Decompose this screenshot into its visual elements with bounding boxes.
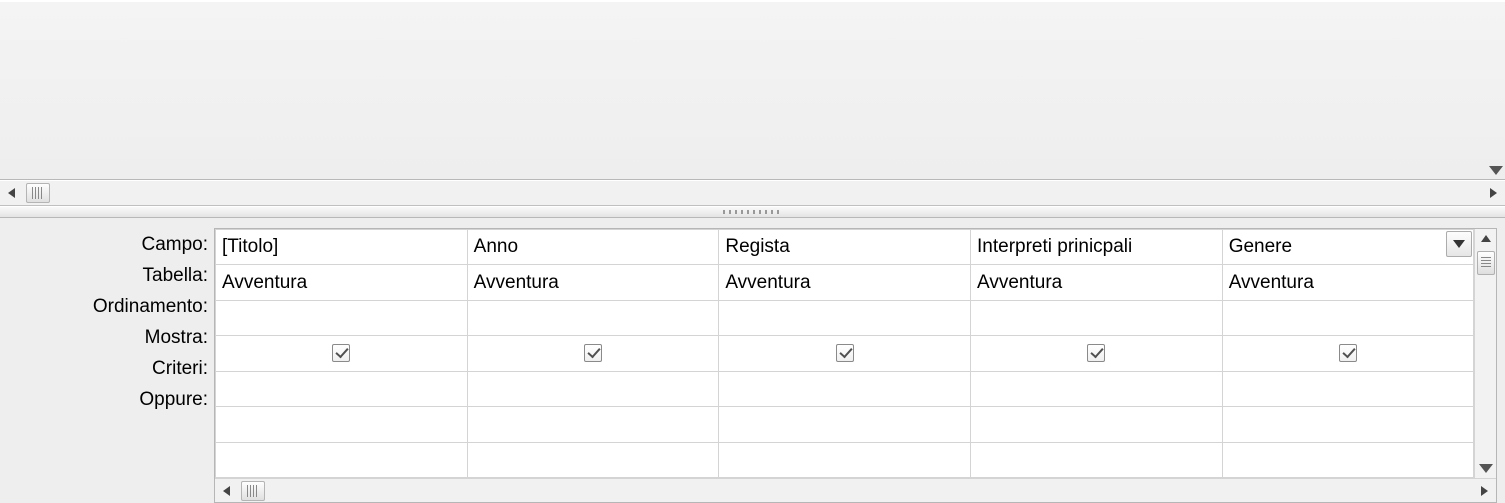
row-selector-thumb[interactable] <box>1477 251 1495 275</box>
qbe-grid-pane: Campo: Tabella: Ordinamento: Mostra: Cri… <box>0 218 1505 503</box>
row-campo: [Titolo] Anno Regista Interpreti prinicp… <box>216 230 1474 265</box>
scroll-down-button[interactable] <box>1476 458 1496 478</box>
cell-oppure[interactable] <box>971 407 1223 442</box>
scroll-right-button[interactable] <box>1472 480 1496 502</box>
scroll-up-button[interactable] <box>1476 229 1496 249</box>
cell-oppure[interactable] <box>1222 407 1474 442</box>
row-criteri <box>216 371 1474 406</box>
checkbox-icon[interactable] <box>836 344 854 362</box>
cell-campo[interactable]: Regista <box>719 230 971 265</box>
cell-oppure[interactable] <box>216 407 468 442</box>
cell-ordinamento[interactable] <box>467 300 719 335</box>
cell-ordinamento[interactable] <box>971 300 1223 335</box>
row-mostra <box>216 336 1474 371</box>
cell-tabella[interactable]: Avventura <box>216 265 468 300</box>
cell-mostra[interactable] <box>719 336 971 371</box>
relations-hscrollbar[interactable] <box>0 180 1505 206</box>
cell-campo[interactable]: Interpreti prinicpali <box>971 230 1223 265</box>
cell-campo[interactable]: Genere <box>1222 230 1474 265</box>
cell-extra[interactable] <box>719 442 971 477</box>
cell-tabella[interactable]: Avventura <box>1222 265 1474 300</box>
cell-extra[interactable] <box>216 442 468 477</box>
cell-extra[interactable] <box>971 442 1223 477</box>
label-ordinamento: Ordinamento: <box>14 291 214 322</box>
cell-tabella[interactable]: Avventura <box>467 265 719 300</box>
row-ordinamento <box>216 300 1474 335</box>
cell-criteri[interactable] <box>1222 371 1474 406</box>
cell-mostra[interactable] <box>467 336 719 371</box>
field-dropdown-button[interactable] <box>1446 231 1472 257</box>
label-criteri: Criteri: <box>14 353 214 384</box>
row-oppure <box>216 407 1474 442</box>
label-oppure: Oppure: <box>14 384 214 415</box>
scroll-thumb[interactable] <box>241 481 265 501</box>
cell-extra[interactable] <box>467 442 719 477</box>
label-mostra: Mostra: <box>14 322 214 353</box>
cell-tabella[interactable]: Avventura <box>971 265 1223 300</box>
cell-ordinamento[interactable] <box>719 300 971 335</box>
cell-extra[interactable] <box>1222 442 1474 477</box>
cell-criteri[interactable] <box>971 371 1223 406</box>
label-campo: Campo: <box>14 229 214 260</box>
cell-criteri[interactable] <box>467 371 719 406</box>
row-labels: Campo: Tabella: Ordinamento: Mostra: Cri… <box>14 228 214 503</box>
checkbox-icon[interactable] <box>1339 344 1357 362</box>
row-tabella: Avventura Avventura Avventura Avventura … <box>216 265 1474 300</box>
cell-campo[interactable]: [Titolo] <box>216 230 468 265</box>
pane-splitter[interactable] <box>0 206 1505 218</box>
scroll-left-button[interactable] <box>0 182 24 204</box>
relations-pane[interactable] <box>0 0 1505 180</box>
checkbox-icon[interactable] <box>332 344 350 362</box>
cell-criteri[interactable] <box>216 371 468 406</box>
scroll-right-button[interactable] <box>1481 182 1505 204</box>
label-tabella: Tabella: <box>14 260 214 291</box>
cell-ordinamento[interactable] <box>216 300 468 335</box>
qbe-hscrollbar[interactable] <box>215 478 1496 502</box>
qbe-grid: [Titolo] Anno Regista Interpreti prinicp… <box>214 228 1497 503</box>
cell-campo[interactable]: Anno <box>467 230 719 265</box>
cell-criteri[interactable] <box>719 371 971 406</box>
scroll-thumb[interactable] <box>26 183 50 203</box>
checkbox-icon[interactable] <box>1087 344 1105 362</box>
cell-tabella[interactable]: Avventura <box>719 265 971 300</box>
cell-oppure[interactable] <box>467 407 719 442</box>
qbe-table: [Titolo] Anno Regista Interpreti prinicp… <box>215 229 1474 478</box>
relations-collapse-button[interactable] <box>1483 157 1505 183</box>
checkbox-icon[interactable] <box>584 344 602 362</box>
splitter-grip-icon <box>723 210 783 214</box>
cell-mostra[interactable] <box>971 336 1223 371</box>
cell-mostra[interactable] <box>216 336 468 371</box>
cell-ordinamento[interactable] <box>1222 300 1474 335</box>
scroll-left-button[interactable] <box>215 480 239 502</box>
row-extra <box>216 442 1474 477</box>
cell-mostra[interactable] <box>1222 336 1474 371</box>
qbe-vscrollbar[interactable] <box>1474 229 1496 478</box>
cell-oppure[interactable] <box>719 407 971 442</box>
